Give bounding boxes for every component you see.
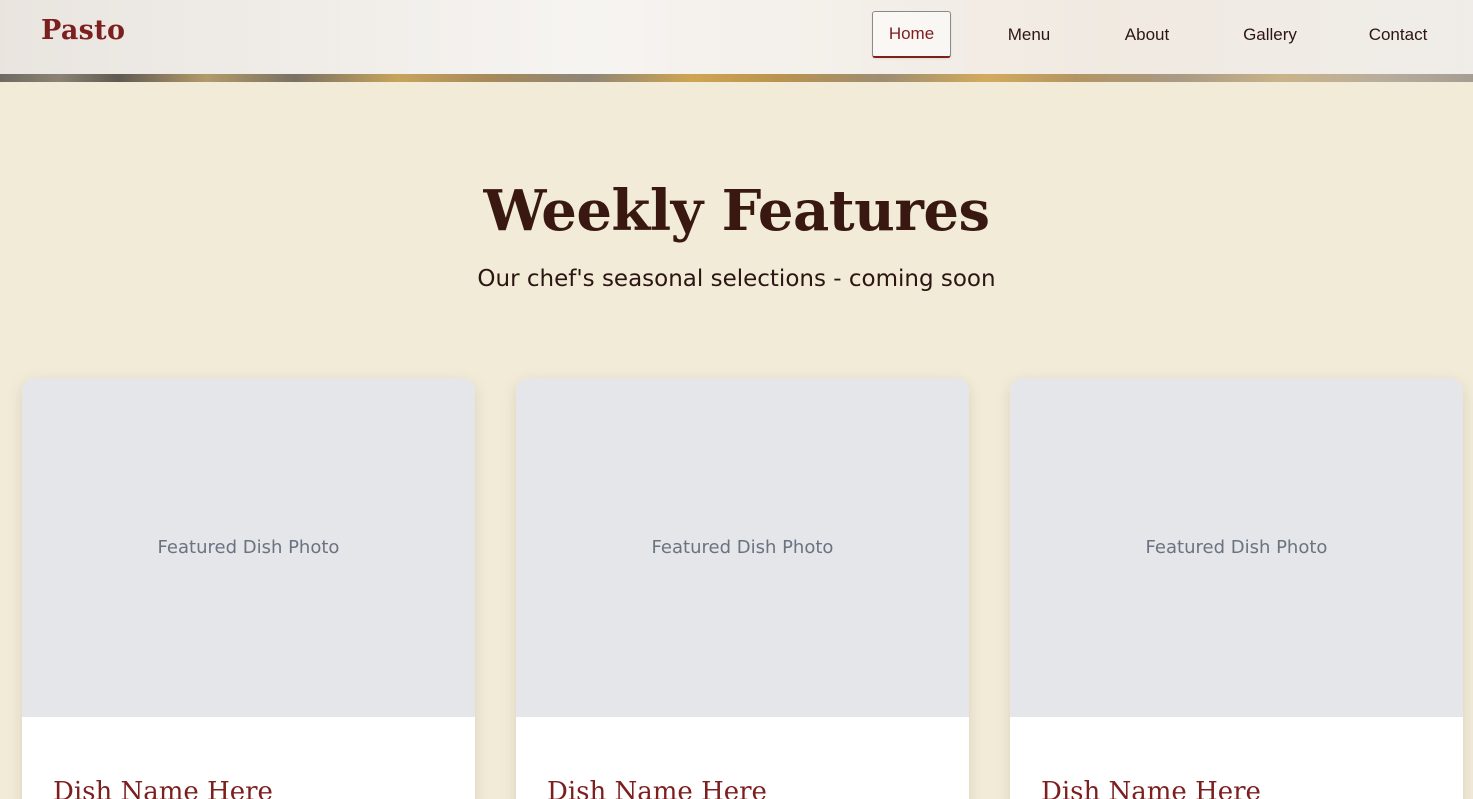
section-title: Weekly Features [483,178,990,244]
featured-dish-photo-placeholder: Featured Dish Photo [22,378,475,717]
feature-card[interactable]: Featured Dish Photo Dish Name Here [1010,378,1463,799]
main-nav: Home Menu About Gallery Contact [0,11,1473,59]
page: Pasto Home Menu About Gallery Contact We… [0,0,1473,799]
feature-card[interactable]: Featured Dish Photo Dish Name Here [22,378,475,799]
nav-item-menu[interactable]: Menu [994,11,1064,58]
nav-item-home[interactable]: Home [872,11,951,58]
section-subtitle: Our chef's seasonal selections - coming … [477,266,996,292]
dish-name: Dish Name Here [547,777,767,799]
featured-dish-photo-placeholder: Featured Dish Photo [1010,378,1463,717]
nav-item-gallery[interactable]: Gallery [1229,11,1311,58]
dish-name: Dish Name Here [53,777,273,799]
nav-item-contact[interactable]: Contact [1355,11,1441,58]
nav-item-about[interactable]: About [1110,11,1184,58]
feature-card[interactable]: Featured Dish Photo Dish Name Here [516,378,969,799]
dish-name: Dish Name Here [1041,777,1261,799]
featured-dish-photo-placeholder: Featured Dish Photo [516,378,969,717]
hero-image-strip [0,74,1473,82]
site-header: Pasto Home Menu About Gallery Contact [0,0,1473,82]
